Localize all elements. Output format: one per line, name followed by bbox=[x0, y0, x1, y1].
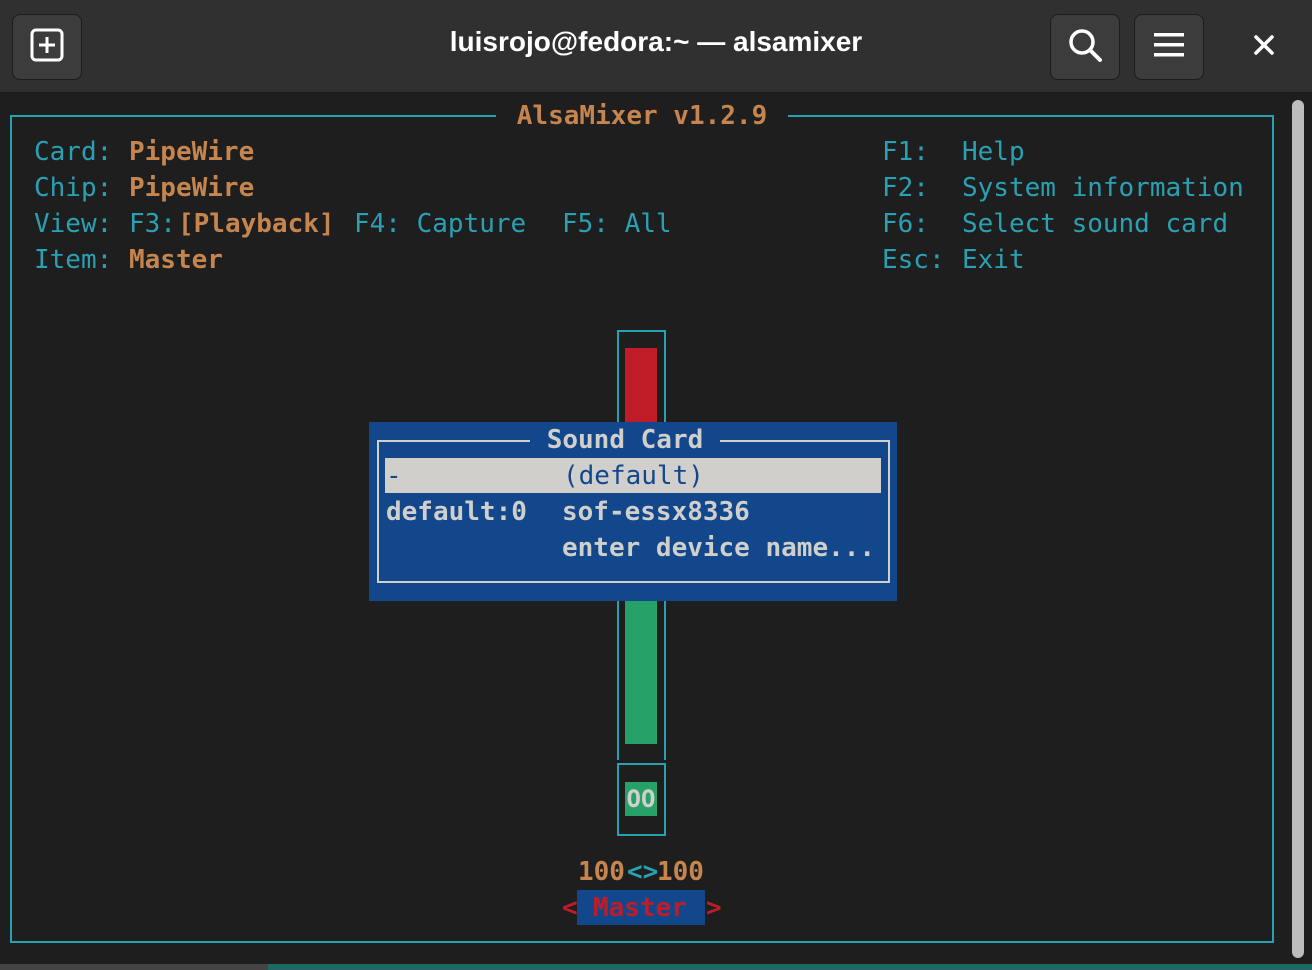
card-label: Card: bbox=[34, 137, 113, 167]
chip-value: PipeWire bbox=[129, 173, 255, 203]
volume-bar-low bbox=[625, 600, 657, 744]
header-bar: luisrojo@fedora:~ — alsamixer bbox=[0, 0, 1312, 93]
key-f2: F2: bbox=[882, 173, 929, 203]
key-esc: Esc: bbox=[882, 245, 945, 275]
view-all[interactable]: F5: All bbox=[562, 206, 672, 242]
key-f1-action[interactable]: Help bbox=[962, 134, 1025, 170]
desktop-edge-accent bbox=[268, 964, 1312, 970]
right-volume-value: 100 bbox=[657, 857, 704, 887]
view-f3-key: F3: bbox=[129, 209, 176, 239]
close-button[interactable] bbox=[1246, 29, 1282, 65]
sound-card-dialog-title-box: Sound Card bbox=[530, 422, 720, 458]
sound-card-dialog-title: Sound Card bbox=[546, 425, 704, 455]
search-button[interactable] bbox=[1050, 14, 1120, 80]
search-icon bbox=[1067, 27, 1103, 67]
mute-toggle[interactable]: OO bbox=[625, 782, 657, 816]
key-f6: F6: bbox=[882, 209, 929, 239]
card-value: PipeWire bbox=[129, 137, 255, 167]
chip-label: Chip: bbox=[34, 173, 113, 203]
list-item-name[interactable]: enter device name... bbox=[562, 530, 875, 566]
view-capture[interactable]: F4: Capture bbox=[354, 206, 526, 242]
list-item-name[interactable]: (default) bbox=[563, 458, 704, 494]
hamburger-menu-icon bbox=[1153, 31, 1185, 63]
terminal-scrollbar[interactable] bbox=[1292, 100, 1304, 958]
main-menu-button[interactable] bbox=[1134, 14, 1204, 80]
alsamixer-title: AlsaMixer v1.2.9 bbox=[516, 101, 768, 131]
alsamixer-title-box: AlsaMixer v1.2.9 bbox=[496, 98, 788, 134]
volume-separator: <> bbox=[627, 857, 659, 887]
control-arrow-left: < bbox=[562, 893, 578, 923]
desktop-edge bbox=[0, 964, 268, 970]
list-item-device[interactable]: default:0 bbox=[386, 494, 527, 530]
key-f6-action[interactable]: Select sound card bbox=[962, 206, 1228, 242]
item-label: Item: bbox=[34, 245, 113, 275]
control-arrow-right: > bbox=[706, 893, 722, 923]
volume-bar-high bbox=[625, 348, 657, 428]
list-item-device[interactable]: - bbox=[386, 458, 402, 494]
left-volume-value: 100 bbox=[578, 857, 625, 887]
key-f2-action[interactable]: System information bbox=[962, 170, 1244, 206]
master-control-name[interactable]: Master bbox=[593, 890, 687, 926]
key-esc-action[interactable]: Exit bbox=[962, 242, 1025, 278]
key-f1: F1: bbox=[882, 137, 929, 167]
list-item-name[interactable]: sof-essx8336 bbox=[562, 494, 750, 530]
view-playback[interactable]: [Playback] bbox=[178, 206, 335, 242]
item-value: Master bbox=[129, 245, 223, 275]
view-label: View: bbox=[34, 209, 113, 239]
close-icon bbox=[1253, 34, 1275, 60]
